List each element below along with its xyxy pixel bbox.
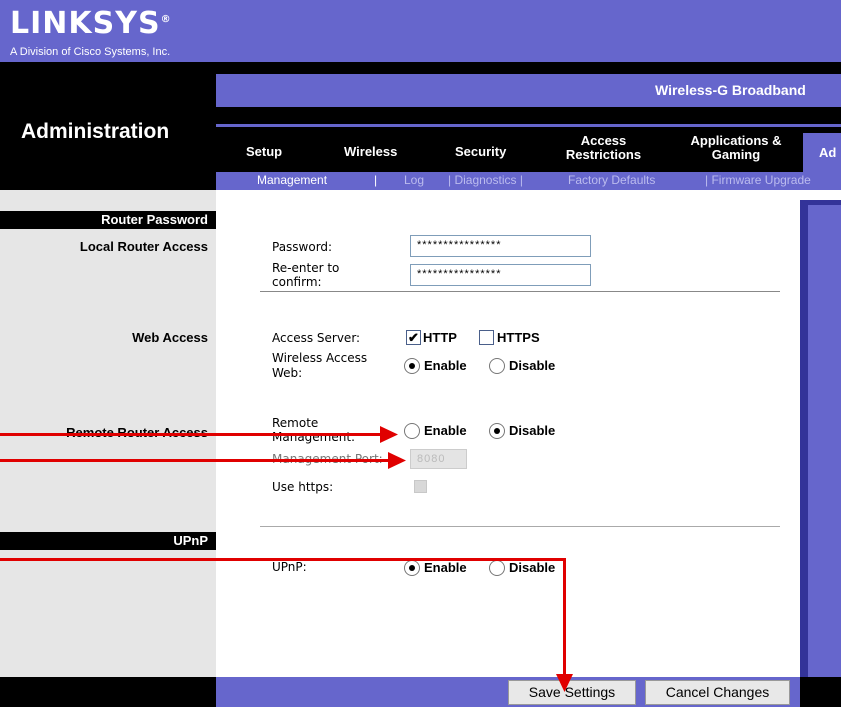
subtab-factory-defaults[interactable]: Factory Defaults — [568, 173, 655, 187]
brand-tagline: A Division of Cisco Systems, Inc. — [10, 46, 171, 58]
http-checkbox[interactable]: ✔ — [406, 330, 421, 345]
annotation-arrow-remote-management — [0, 433, 384, 436]
page-title: Administration — [21, 120, 170, 143]
upnp-enable-radio[interactable] — [404, 560, 420, 576]
product-title: Wireless-G Broadband — [655, 82, 806, 98]
subtab-diagnostics[interactable]: | Diagnostics | — [448, 173, 523, 187]
upnp-enable-label: Enable — [424, 560, 467, 575]
tab-security[interactable]: Security — [455, 145, 506, 159]
https-checkbox[interactable] — [479, 330, 494, 345]
use-https-label: Use https: — [272, 480, 334, 494]
upnp-label: UPnP: — [272, 560, 307, 574]
arrowhead-right-icon — [380, 426, 398, 443]
annotation-arrow-save-horizontal — [0, 558, 566, 561]
right-help-panel-inner — [808, 205, 841, 677]
http-label: HTTP — [423, 330, 457, 345]
divider-local-access — [260, 291, 780, 292]
wireless-access-label-line1: Wireless Access — [272, 351, 368, 365]
tab-setup[interactable]: Setup — [246, 145, 282, 159]
access-server-label: Access Server: — [272, 331, 361, 345]
upnp-disable-radio[interactable] — [489, 560, 505, 576]
arrowhead-down-icon — [556, 674, 573, 692]
remote-management-enable-radio[interactable] — [404, 423, 420, 439]
arrowhead-right-icon — [388, 452, 406, 469]
remote-management-label-line1: Remote — [272, 416, 319, 430]
wireless-web-enable-radio[interactable] — [404, 358, 420, 374]
subtab-firmware-upgrade[interactable]: | Firmware Upgrade — [705, 173, 811, 187]
password-label: Password: — [272, 240, 333, 254]
subtab-log[interactable]: Log — [404, 173, 424, 187]
remote-management-enable-label: Enable — [424, 423, 467, 438]
use-https-checkbox[interactable] — [414, 480, 427, 493]
upnp-disable-label: Disable — [509, 560, 556, 575]
tab-applications-gaming[interactable]: Applications & Gaming — [686, 134, 786, 162]
management-port-input[interactable]: 8080 — [410, 449, 467, 469]
tab-wireless[interactable]: Wireless — [344, 145, 397, 159]
footer-black-right — [800, 677, 841, 707]
wireless-web-disable-label: Disable — [509, 358, 556, 373]
linksys-logo: LINKSYS® — [10, 6, 172, 41]
remote-management-disable-radio[interactable] — [489, 423, 505, 439]
subtab-separator: | — [374, 173, 378, 187]
reenter-label-line1: Re-enter to — [272, 261, 340, 275]
web-access-label: Web Access — [132, 330, 208, 345]
subtab-management[interactable]: Management — [257, 173, 327, 187]
https-label: HTTPS — [497, 330, 540, 345]
reenter-label-line2: confirm: — [272, 275, 322, 289]
tab-access-restrictions[interactable]: Access Restrictions — [556, 134, 651, 162]
logo-text: LINKSYS — [10, 6, 161, 41]
password-input[interactable]: **************** — [410, 235, 591, 257]
wireless-access-label-line2: Web: — [272, 366, 303, 380]
annotation-arrow-save-vertical — [563, 558, 566, 678]
footer-black-left — [0, 677, 216, 707]
tab-administration[interactable]: Ad — [803, 133, 841, 173]
remote-management-disable-label: Disable — [509, 423, 556, 438]
annotation-arrow-management-port — [0, 459, 392, 462]
registered-mark: ® — [160, 14, 172, 25]
router-password-heading: Router Password — [101, 212, 208, 227]
wireless-web-enable-label: Enable — [424, 358, 467, 373]
upnp-heading: UPnP — [173, 533, 208, 548]
local-router-access-label: Local Router Access — [79, 239, 208, 254]
cancel-changes-button[interactable]: Cancel Changes — [645, 680, 790, 705]
reenter-password-input[interactable]: **************** — [410, 264, 591, 286]
wireless-web-disable-radio[interactable] — [489, 358, 505, 374]
divider-remote-access — [260, 526, 780, 527]
